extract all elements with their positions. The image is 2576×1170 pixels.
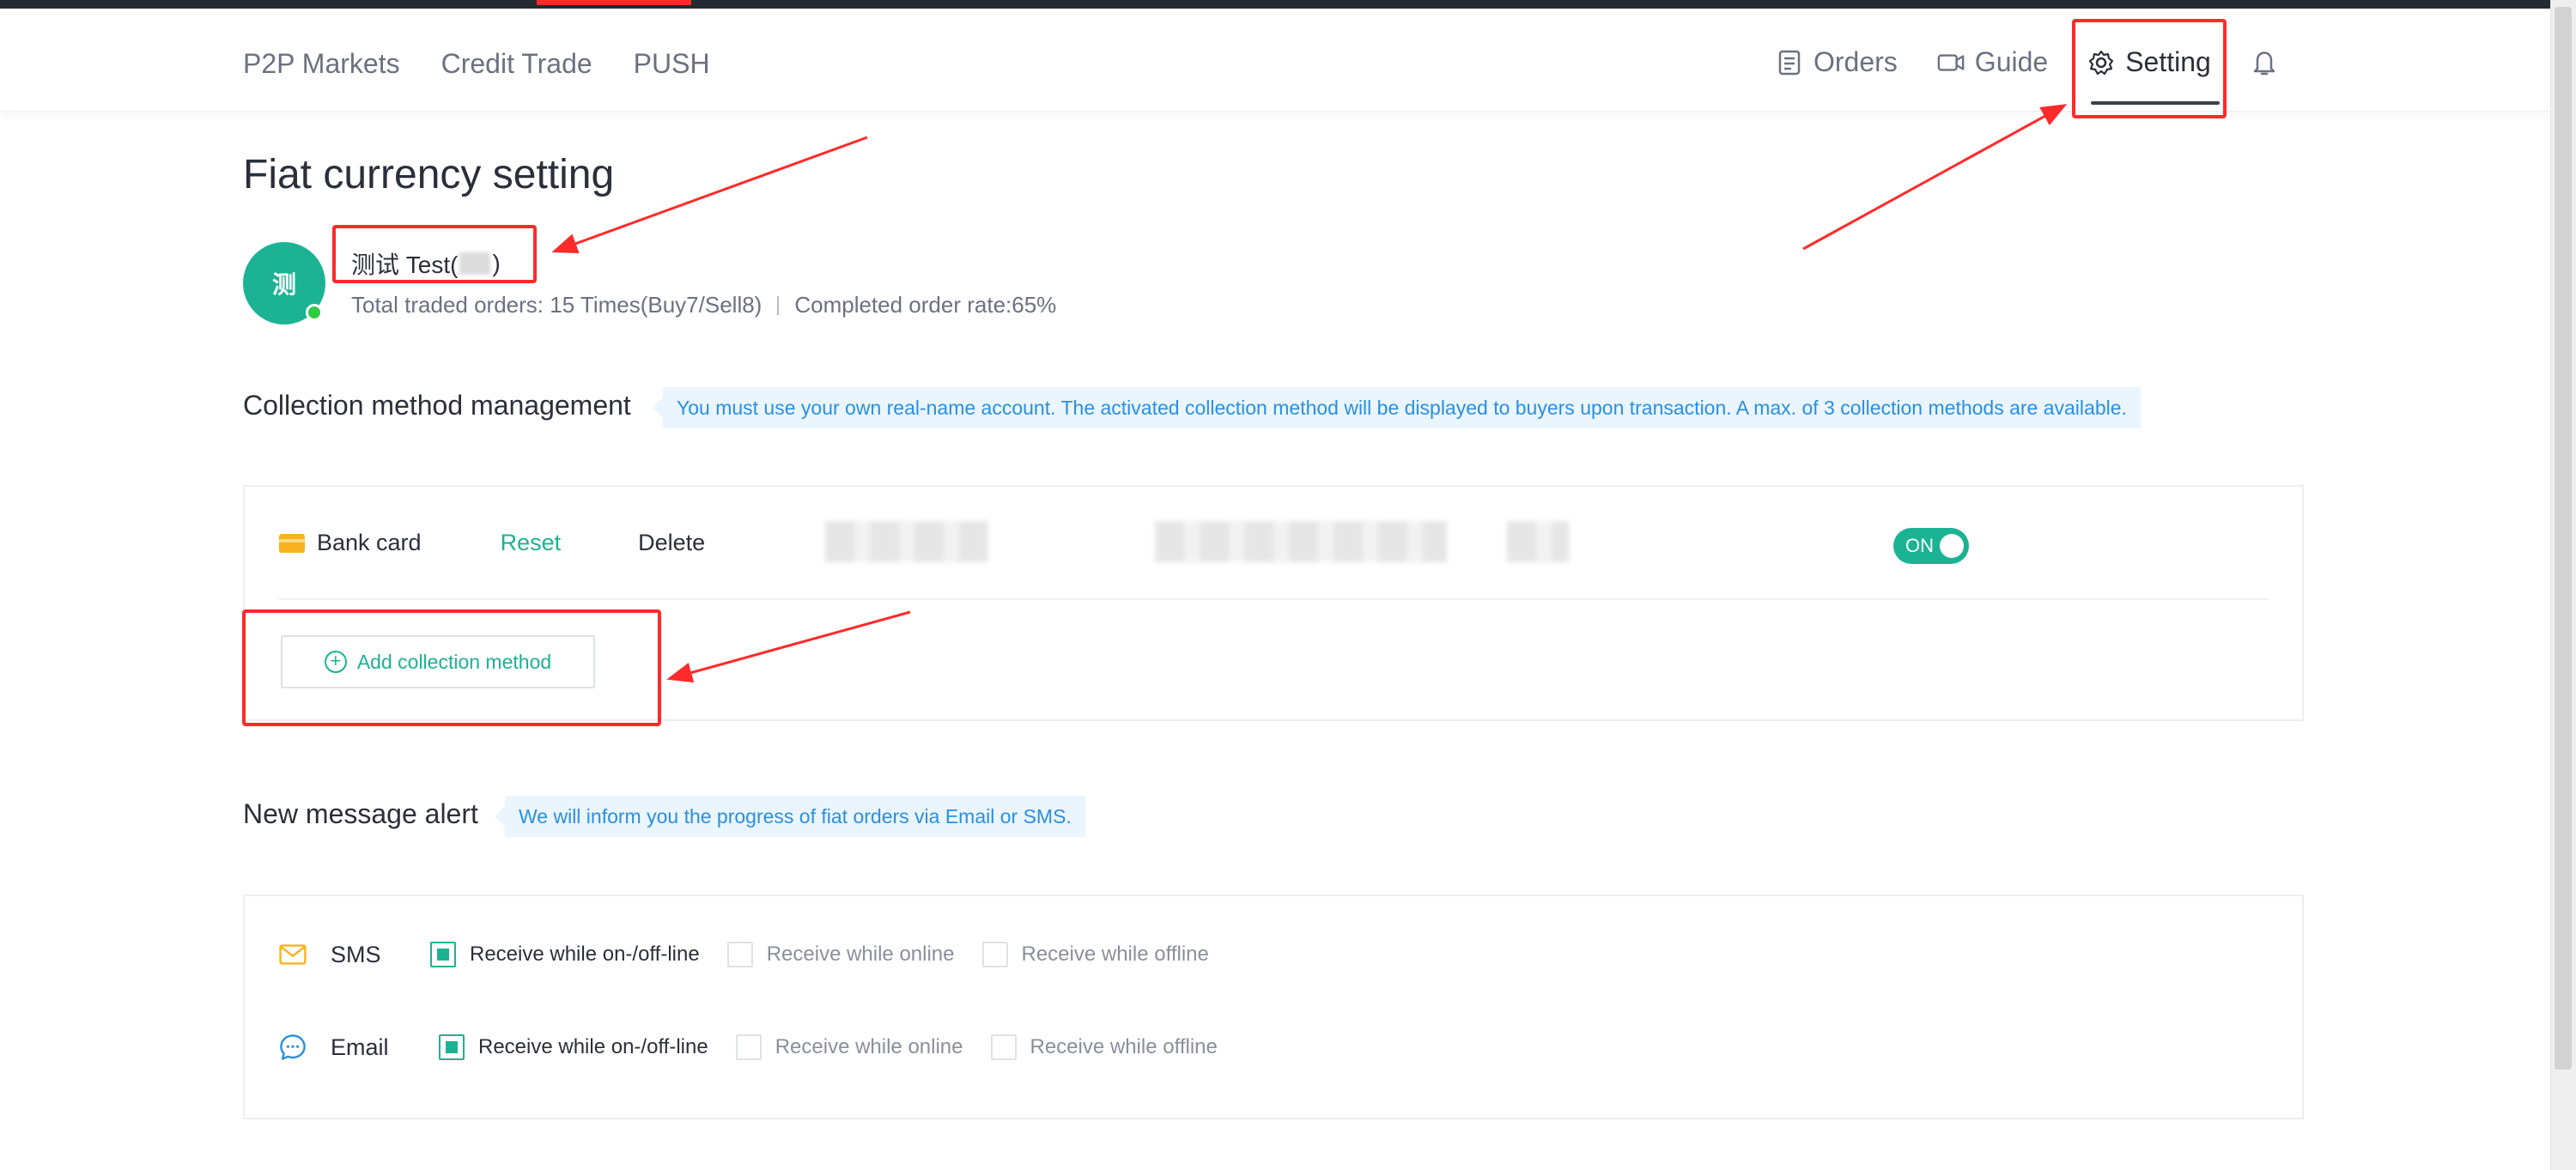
alert-tip: We will inform you the progress of fiat …: [495, 796, 1085, 837]
nav-notifications[interactable]: [2251, 49, 2278, 76]
bank-card-row: Bank card Reset Delete: [279, 530, 705, 556]
email-label: Email: [331, 1034, 389, 1060]
delete-button[interactable]: Delete: [638, 530, 705, 556]
user-stats: Total traded orders: 15 Times(Buy7/Sell8…: [351, 292, 1056, 318]
top-accent-strip: [537, 0, 691, 5]
bank-card-label: Bank card: [317, 530, 422, 555]
redacted-text: [459, 252, 491, 275]
nav-p2p-markets[interactable]: P2P Markets: [243, 48, 400, 80]
gear-icon: [2087, 49, 2115, 76]
app-header: P2P Markets Credit Trade PUSH Orders Gui…: [0, 9, 2550, 112]
plus-circle-icon: +: [324, 651, 347, 673]
nav-setting-label: Setting: [2125, 46, 2211, 77]
nav-orders-label: Orders: [1814, 46, 1898, 77]
option-label: Receive while on-/off-line: [478, 1035, 708, 1058]
top-dark-bar: [0, 0, 2550, 9]
redacted-account-number: [1155, 521, 1447, 562]
redacted-bank-name: [1507, 521, 1569, 562]
redacted-account-name: [825, 521, 988, 562]
toggle-label: ON: [1905, 535, 1934, 556]
document-icon: [1776, 49, 1803, 76]
user-name-prefix: 测试 Test(: [351, 252, 459, 278]
option-label: Receive while online: [766, 943, 955, 966]
completion-rate-text: Completed order rate:65%: [794, 292, 1057, 318]
option-label: Receive while offline: [1021, 943, 1209, 966]
sms-option-offline[interactable]: Receive while offline: [981, 942, 1209, 967]
user-nav: Orders Guide Setting: [1776, 46, 2318, 105]
scrollbar-thumb[interactable]: [2555, 7, 2572, 1070]
reset-button[interactable]: Reset: [501, 530, 562, 556]
checkbox-unchecked: [990, 1034, 1017, 1060]
email-option-offline[interactable]: Receive while offline: [990, 1034, 1218, 1060]
option-label: Receive while online: [775, 1035, 963, 1058]
sms-option-online[interactable]: Receive while online: [726, 942, 955, 967]
alert-panel: SMS Receive while on-/off-line Receive w…: [243, 894, 2304, 1119]
checkbox-unchecked: [726, 942, 753, 967]
collection-toggle[interactable]: ON: [1893, 528, 1969, 564]
checkbox-unchecked: [981, 942, 1008, 967]
email-option-on-off-line[interactable]: Receive while on-/off-line: [439, 1034, 708, 1060]
collection-tip: You must use your own real-name account.…: [653, 387, 2141, 428]
arrow-to-setting: [1802, 104, 2068, 251]
nav-guide-label: Guide: [1974, 46, 2049, 77]
nav-push[interactable]: PUSH: [634, 48, 710, 80]
toggle-knob: [1940, 534, 1964, 558]
bell-icon: [2251, 49, 2278, 76]
sms-label: SMS: [331, 941, 381, 967]
total-orders-text: Total traded orders: 15 Times(Buy7/Sell8…: [351, 292, 762, 318]
nav-orders[interactable]: Orders: [1776, 46, 1898, 78]
video-icon: [1937, 49, 1965, 76]
user-name-suffix: ): [492, 250, 501, 276]
sms-option-on-off-line[interactable]: Receive while on-/off-line: [430, 942, 700, 967]
page-title: Fiat currency setting: [243, 152, 615, 197]
option-label: Receive while on-/off-line: [470, 943, 700, 966]
nav-setting[interactable]: Setting: [2087, 46, 2220, 105]
main-nav: P2P Markets Credit Trade PUSH: [243, 48, 710, 80]
add-collection-method-button[interactable]: + Add collection method: [281, 635, 595, 688]
bank-card-icon: [279, 533, 305, 553]
stats-divider: [777, 295, 780, 315]
sms-row: SMS Receive while on-/off-line Receive w…: [279, 941, 1236, 968]
add-collection-method-label: Add collection method: [356, 650, 552, 673]
checkbox-checked: [430, 942, 456, 967]
collection-panel: Bank card Reset Delete ON + Add collecti…: [243, 485, 2304, 721]
checkbox-unchecked: [735, 1034, 762, 1060]
option-label: Receive while offline: [1030, 1035, 1218, 1058]
email-row: Email Receive while on-/off-line Receive…: [279, 1034, 1245, 1061]
vertical-scrollbar[interactable]: [2550, 0, 2576, 1170]
collection-section-title: Collection method management: [243, 390, 631, 421]
chat-bubble-icon: [279, 1034, 307, 1061]
nav-credit-trade[interactable]: Credit Trade: [441, 48, 592, 80]
envelope-icon: [279, 941, 307, 968]
alert-section-title: New message alert: [243, 798, 478, 829]
online-status-dot: [306, 304, 323, 321]
checkbox-checked: [439, 1034, 465, 1060]
user-name: 测试 Test( ): [351, 246, 501, 281]
nav-guide[interactable]: Guide: [1937, 46, 2048, 78]
email-option-online[interactable]: Receive while online: [735, 1034, 963, 1060]
row-divider: [279, 598, 2268, 600]
